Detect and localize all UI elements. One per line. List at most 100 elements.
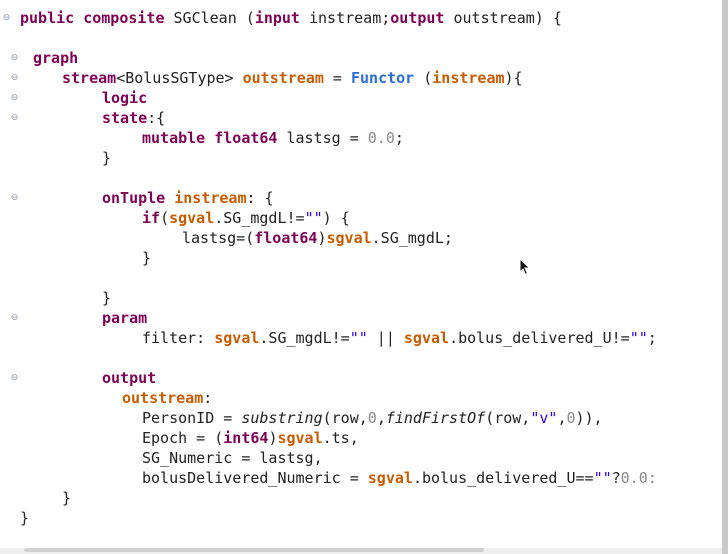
- code-token: output: [102, 369, 157, 387]
- code-line[interactable]: graph: [33, 48, 78, 68]
- code-token: SG_Numeric = lastsg,: [142, 449, 323, 467]
- collapse-icon[interactable]: ⊖: [9, 108, 20, 128]
- code-token: outstream: [242, 69, 324, 87]
- code-token: stream: [62, 69, 117, 87]
- code-token: PersonID =: [142, 409, 242, 427]
- code-token: :: [203, 389, 213, 407]
- code-line[interactable]: logic: [102, 88, 147, 108]
- code-token: SGClean (: [164, 9, 255, 27]
- code-token: sgval: [277, 429, 323, 447]
- code-token: (row,: [485, 409, 531, 427]
- code-token: "": [349, 329, 368, 347]
- code-line[interactable]: filter: sgval.SG_mgdL!="" || sgval.bolus…: [142, 328, 657, 348]
- code-token: output: [390, 9, 445, 27]
- code-token: ?: [611, 469, 621, 487]
- code-token: instream: [174, 189, 247, 207]
- code-line[interactable]: lastsg=(float64)sgval.SG_mgdL;: [182, 228, 453, 248]
- code-token: substring: [241, 409, 323, 427]
- code-token: :{: [147, 109, 166, 127]
- horizontal-scrollbar[interactable]: [0, 548, 722, 554]
- code-token: 0.0:: [620, 469, 657, 487]
- code-line[interactable]: PersonID = substring(row,0,findFirstOf(r…: [142, 408, 603, 428]
- code-token: instream;: [299, 9, 391, 27]
- code-token: mutable float64: [142, 129, 278, 147]
- code-line[interactable]: outstream:: [122, 388, 212, 408]
- code-token: outstream) {: [444, 9, 562, 27]
- code-line[interactable]: onTuple instream: {: [102, 188, 274, 208]
- code-token: outstream: [122, 389, 204, 407]
- code-token: sgval: [214, 329, 260, 347]
- code-token: .ts,: [322, 429, 359, 447]
- collapse-icon[interactable]: ⊖: [9, 368, 20, 388]
- code-token: bolusDelivered_Numeric =: [142, 469, 368, 487]
- code-token: filter:: [142, 329, 215, 347]
- code-token: }: [62, 489, 72, 507]
- code-token: instream: [432, 69, 505, 87]
- code-line[interactable]: mutable float64 lastsg = 0.0;: [142, 128, 404, 148]
- code-token: sgval: [403, 329, 450, 347]
- code-token: ||: [367, 329, 404, 347]
- code-token: findFirstOf: [385, 409, 486, 427]
- code-token: ,: [376, 409, 386, 427]
- code-line[interactable]: }: [62, 488, 71, 508]
- code-token: sgval: [326, 229, 372, 247]
- mouse-pointer-icon: [519, 258, 531, 276]
- code-token: }: [142, 249, 152, 267]
- collapse-icon[interactable]: ⊖: [1, 8, 12, 28]
- code-token: Epoch = (: [142, 429, 224, 447]
- code-token: .bolus_delivered_U!=: [449, 329, 630, 347]
- code-token: if: [142, 209, 161, 227]
- vertical-scrollbar[interactable]: [722, 0, 728, 554]
- fold-gutter: ⊖ ⊖ ⊖ ⊖ ⊖ ⊖ ⊖ ⊖: [0, 0, 20, 548]
- code-token: lastsg =: [277, 129, 368, 147]
- code-token: ;: [647, 329, 657, 347]
- code-line[interactable]: bolusDelivered_Numeric = sgval.bolus_del…: [142, 468, 657, 488]
- code-token: graph: [33, 49, 79, 67]
- code-line[interactable]: }: [102, 148, 111, 168]
- code-token: int64: [223, 429, 269, 447]
- code-token: (: [160, 209, 170, 227]
- code-line[interactable]: stream<BolusSGType> outstream = Functor …: [62, 68, 523, 88]
- code-token: onTuple: [102, 189, 166, 207]
- collapse-icon[interactable]: ⊖: [9, 88, 20, 108]
- code-token: <BolusSGType>: [116, 69, 243, 87]
- code-token: sgval: [367, 469, 413, 487]
- collapse-icon[interactable]: ⊖: [9, 308, 20, 328]
- code-line[interactable]: public composite SGClean (input instream…: [20, 8, 562, 28]
- code-line[interactable]: output: [102, 368, 156, 388]
- code-token: "v": [530, 409, 558, 427]
- code-token: (: [414, 69, 433, 87]
- code-token: .SG_mgdL;: [371, 229, 453, 247]
- code-token: "": [304, 209, 323, 227]
- code-token: state: [102, 109, 148, 127]
- code-token: : {: [246, 189, 274, 207]
- code-token: input: [254, 9, 300, 27]
- collapse-icon[interactable]: ⊖: [9, 68, 20, 88]
- code-editor[interactable]: ⊖ ⊖ ⊖ ⊖ ⊖ ⊖ ⊖ ⊖ public composite SGClean (input…: [0, 0, 723, 548]
- code-token: .SG_mgdL!=: [259, 329, 350, 347]
- code-line[interactable]: state:{: [102, 108, 165, 128]
- code-token: )),: [575, 409, 603, 427]
- code-line[interactable]: Epoch = (int64)sgval.ts,: [142, 428, 359, 448]
- code-line[interactable]: param: [102, 308, 147, 328]
- code-token: =: [323, 69, 351, 87]
- code-token: param: [102, 309, 148, 327]
- code-token: ){: [504, 69, 523, 87]
- collapse-icon[interactable]: ⊖: [9, 188, 20, 208]
- collapse-icon[interactable]: ⊖: [9, 48, 20, 68]
- code-line[interactable]: if(sgval.SG_mgdL!="") {: [142, 208, 350, 228]
- code-token: logic: [102, 89, 148, 107]
- code-line[interactable]: }: [142, 248, 151, 268]
- code-token: 0: [367, 409, 377, 427]
- code-token: sgval: [169, 209, 215, 227]
- code-token: ): [317, 229, 327, 247]
- code-token: }: [102, 149, 112, 167]
- horizontal-scroll-thumb[interactable]: [24, 548, 484, 552]
- code-line[interactable]: }: [102, 288, 111, 308]
- code-line[interactable]: SG_Numeric = lastsg,: [142, 448, 323, 468]
- code-token: lastsg=(: [182, 229, 255, 247]
- code-line[interactable]: }: [20, 508, 29, 528]
- code-token: Functor: [351, 69, 415, 87]
- code-token: float64: [254, 229, 318, 247]
